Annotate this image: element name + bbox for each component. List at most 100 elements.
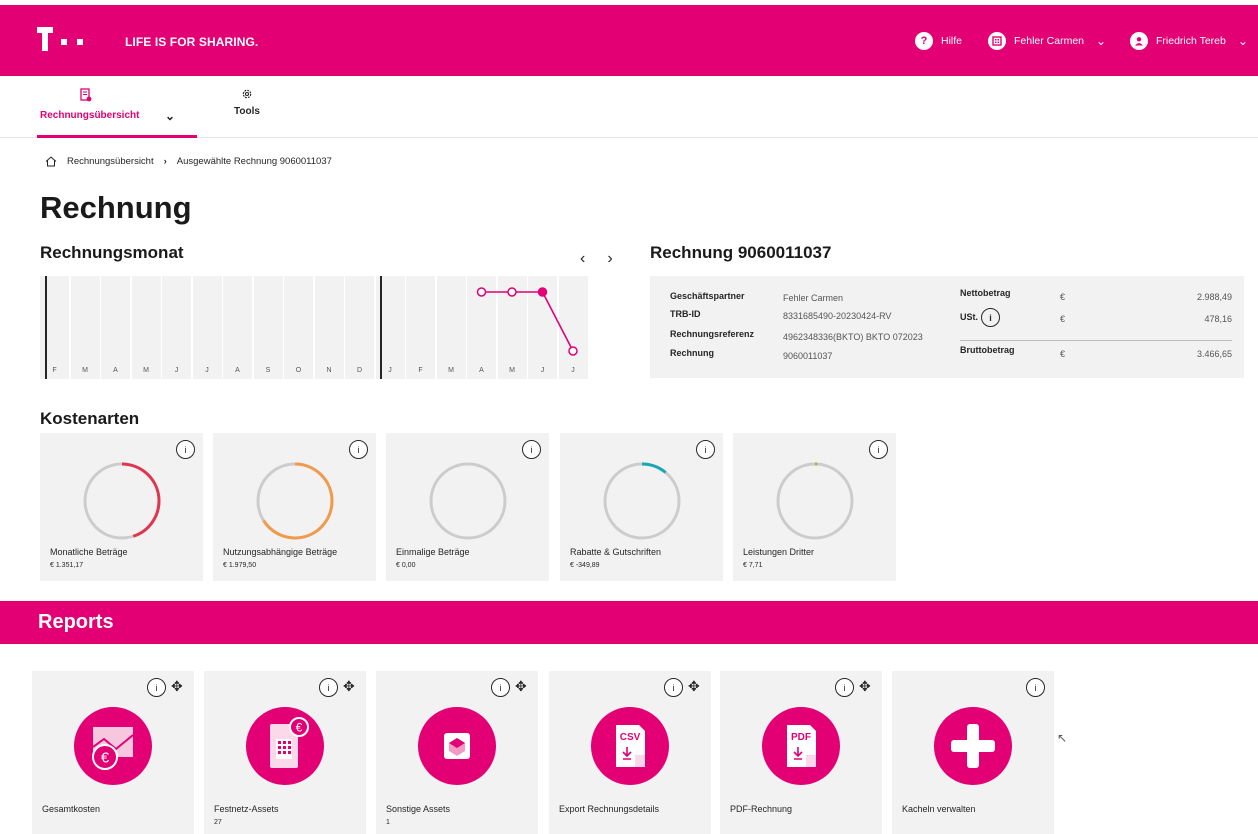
info-icon[interactable]: i — [981, 308, 1000, 327]
building-icon — [988, 32, 1006, 50]
currency-symbol: € — [1060, 314, 1066, 324]
info-icon[interactable]: i — [696, 440, 715, 459]
cost-donut — [603, 462, 681, 540]
info-icon[interactable]: i — [491, 678, 510, 697]
tab-rechnungsuebersicht[interactable]: Rechnungsübersicht ⌄ — [37, 76, 197, 138]
account-switcher[interactable]: Fehler Carmen ⌄ — [988, 32, 1106, 50]
donut-track — [776, 462, 854, 540]
report-card[interactable]: i ✥ € Festnetz-Assets 27 — [204, 671, 366, 834]
cost-type-card[interactable]: i Nutzungsabhängige Beträge € 1.979,50 — [213, 433, 376, 581]
chevron-down-icon: ⌄ — [1096, 34, 1107, 48]
brutto-label: Bruttobetrag — [960, 345, 1015, 355]
cost-type-title: Einmalige Beträge — [396, 547, 470, 557]
svg-text:PDF: PDF — [791, 732, 811, 743]
breadcrumb-current: Ausgewählte Rechnung 9060011037 — [176, 156, 332, 167]
report-card[interactable]: i Kacheln verwalten — [892, 671, 1054, 834]
brand-slogan: LIFE IS FOR SHARING. — [125, 35, 259, 49]
landline-phone-icon: € — [246, 707, 324, 785]
reports-header: Reports — [0, 601, 1258, 644]
chevron-right-icon: › — [163, 156, 167, 167]
field-label: Geschäftspartner — [670, 291, 745, 301]
cost-type-value: € 1.979,50 — [223, 562, 257, 569]
cost-type-card[interactable]: i Monatliche Beträge € 1.351,17 — [40, 433, 203, 581]
move-handle-icon[interactable]: ✥ — [859, 678, 871, 695]
info-icon[interactable]: i — [522, 440, 541, 459]
month-point[interactable] — [507, 287, 517, 297]
breadcrumb-root[interactable]: Rechnungsübersicht — [67, 156, 154, 167]
month-pager: ‹ › — [580, 250, 613, 268]
currency-symbol: € — [1060, 349, 1066, 359]
month-trend-line — [476, 287, 578, 356]
plus-icon — [934, 707, 1012, 785]
help-button[interactable]: ? Hilfe — [915, 32, 962, 50]
cost-type-title: Nutzungsabhängige Beträge — [223, 547, 338, 557]
report-card[interactable]: i ✥ CSV Export Rechnungsdetails — [549, 671, 711, 834]
move-handle-icon[interactable]: ✥ — [343, 678, 355, 695]
invoice-summary: Geschäftspartner Fehler Carmen TRB-ID 83… — [650, 276, 1244, 378]
secondary-nav: Rechnungsübersicht ⌄ Tools — [0, 76, 1258, 138]
svg-text:CSV: CSV — [620, 732, 641, 743]
month-point[interactable] — [476, 287, 487, 297]
move-handle-icon[interactable]: ✥ — [515, 678, 527, 695]
field-label: Rechnung — [670, 348, 714, 358]
trend-line — [481, 291, 574, 352]
invoice-title: Rechnung 9060011037 — [650, 243, 832, 262]
field-value: 4962348336(BKTO) BKTO 072023 — [783, 332, 923, 342]
reports-title: Reports — [38, 611, 114, 633]
move-handle-icon[interactable]: ✥ — [688, 678, 700, 695]
netto-value: 2.988,49 — [1196, 292, 1232, 302]
report-title: PDF-Rechnung — [730, 804, 793, 814]
cost-type-title: Rabatte & Gutschriften — [570, 547, 662, 557]
cost-donut — [83, 462, 161, 540]
move-handle-icon[interactable]: ✥ — [171, 678, 183, 695]
chevron-right-icon[interactable]: › — [607, 250, 612, 268]
top-bar: LIFE IS FOR SHARING. ? Hilfe Fehler Carm… — [0, 5, 1258, 76]
mouse-cursor-icon: ↖ — [1057, 731, 1068, 745]
info-icon[interactable]: i — [664, 678, 683, 697]
chevron-down-icon[interactable]: ⌄ — [165, 109, 175, 123]
ust-label-wrap: USt. i — [960, 308, 1000, 327]
cost-type-title: Monatliche Beträge — [50, 547, 128, 557]
csv-download-icon: CSV — [591, 707, 669, 785]
donut-track — [429, 462, 507, 540]
telekom-logo[interactable] — [37, 27, 109, 51]
cost-type-card[interactable]: i Rabatte & Gutschriften € -349,89 — [560, 433, 723, 581]
cost-type-card[interactable]: i Leistungen Dritter € 7,71 — [733, 433, 896, 581]
cost-donut — [256, 462, 334, 540]
report-card[interactable]: i ✥ Sonstige Assets 1 — [376, 671, 538, 834]
report-card[interactable]: i ✥ € Gesamtkosten — [32, 671, 194, 834]
chevron-left-icon[interactable]: ‹ — [580, 250, 585, 268]
month-point[interactable] — [568, 346, 578, 356]
info-icon[interactable]: i — [1026, 678, 1045, 697]
report-card[interactable]: i ✥ PDF PDF-Rechnung — [720, 671, 882, 834]
report-title: Gesamtkosten — [42, 804, 101, 814]
user-menu[interactable]: Friedrich Tereb ⌄ — [1130, 32, 1248, 50]
month-selector[interactable]: 2022 2023 FMAMJJASONDJFMAMJJ — [40, 276, 635, 379]
report-title: Sonstige Assets — [386, 804, 451, 814]
cost-donut — [429, 462, 507, 540]
cost-type-value: € 0,00 — [396, 562, 416, 569]
info-icon[interactable]: i — [835, 678, 854, 697]
user-icon — [1130, 32, 1148, 50]
field-label: TRB-ID — [670, 309, 701, 319]
info-icon[interactable]: i — [869, 440, 888, 459]
report-title: Festnetz-Assets — [214, 804, 279, 814]
account-label: Fehler Carmen — [1014, 35, 1085, 47]
page-title: Rechnung — [40, 190, 192, 225]
info-icon[interactable]: i — [319, 678, 338, 697]
invoice-icon — [80, 88, 92, 102]
selected-month-point[interactable] — [537, 287, 548, 297]
cost-type-card[interactable]: i Einmalige Beträge € 0,00 — [386, 433, 549, 581]
divider — [960, 340, 1232, 341]
cost-type-value: € 1.351,17 — [50, 562, 84, 569]
field-value: Fehler Carmen — [783, 293, 844, 303]
tab-tools[interactable]: Tools — [222, 76, 272, 138]
cost-section-title: Kostenarten — [40, 409, 140, 428]
info-icon[interactable]: i — [349, 440, 368, 459]
ust-label: USt. — [960, 311, 978, 322]
info-icon[interactable]: i — [147, 678, 166, 697]
chevron-down-icon: ⌄ — [1237, 34, 1248, 48]
info-icon[interactable]: i — [176, 440, 195, 459]
help-label: Hilfe — [941, 35, 963, 47]
home-icon[interactable] — [45, 156, 57, 167]
